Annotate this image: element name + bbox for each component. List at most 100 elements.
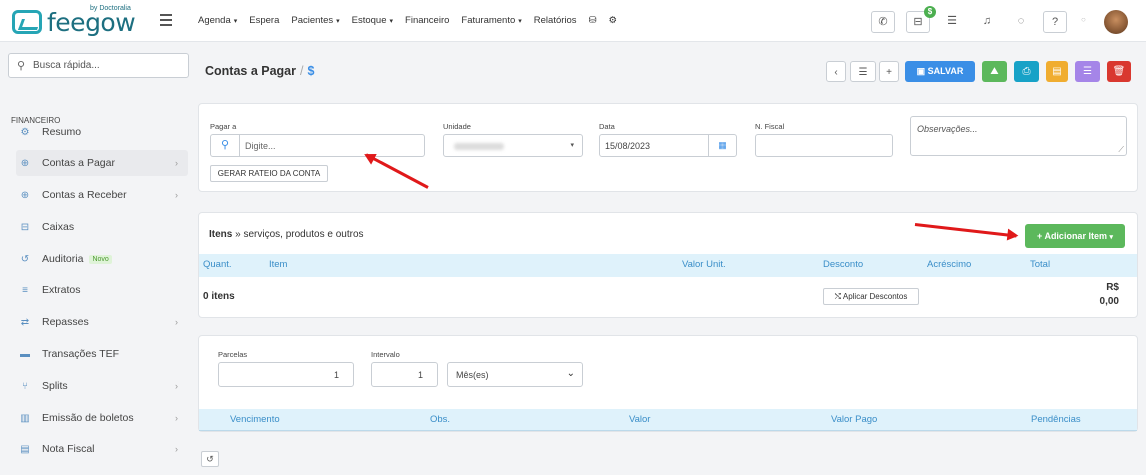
chevron-down-icon: ⌄ — [566, 368, 575, 379]
details-button[interactable]: ☰ — [1075, 61, 1100, 82]
nav-pacientes[interactable]: Pacientes ▾ — [291, 15, 339, 26]
bell-icon[interactable]: ♫ — [975, 11, 999, 33]
chevron-right-icon: › — [175, 413, 178, 423]
sidebar: ⚲ Busca rápida... FINANCEIRO ⚙ Resumo ⊕ Con… — [0, 42, 198, 475]
installments-table-header: Vencimento Obs. Valor Valor Pago Pendênc… — [199, 409, 1137, 431]
list-view-button[interactable]: ☰ — [850, 61, 876, 82]
nfiscal-input[interactable] — [755, 134, 893, 157]
database-icon[interactable]: ⛁ — [589, 15, 597, 26]
sidebar-item-label: Splits — [42, 380, 68, 392]
add-new-button[interactable]: + — [879, 61, 899, 82]
col-valor-unit[interactable]: Valor Unit. — [682, 259, 726, 270]
sidebar-item-repasses[interactable]: ⇄ Repasses › — [16, 309, 188, 335]
settings-icon[interactable]: ⚙ — [609, 15, 618, 26]
menu-toggle-icon[interactable] — [160, 14, 172, 26]
plus-circle-icon: ⊕ — [20, 189, 30, 201]
receipt-button[interactable]: ⛰ — [982, 61, 1007, 82]
file-button[interactable]: ▤ — [1046, 61, 1068, 82]
nav-financeiro[interactable]: Financeiro — [405, 15, 449, 26]
transfer-icon: ⇄ — [20, 316, 30, 328]
col-valor[interactable]: Valor — [629, 414, 650, 425]
quick-search-input[interactable]: ⚲ Busca rápida... — [8, 53, 189, 78]
sidebar-item-transa-es-tef[interactable]: ▬ Transações TEF — [16, 341, 188, 367]
col-pendencias[interactable]: Pendências — [1031, 414, 1081, 425]
nav-relatorios[interactable]: Relatórios — [534, 15, 577, 26]
search-icon: ⚲ — [211, 135, 240, 156]
help-icon[interactable]: ? — [1043, 11, 1067, 33]
sidebar-item-label: Nota Fiscal — [42, 443, 95, 455]
add-item-button[interactable]: + Adicionar Item ▾ — [1025, 224, 1125, 248]
nav-estoque[interactable]: Estoque ▾ — [352, 15, 393, 26]
back-button[interactable]: ‹ — [826, 61, 846, 82]
sidebar-item-label: Auditoria — [42, 253, 84, 265]
sidebar-item-contas-a-pagar[interactable]: ⊕ Contas a Pagar › — [16, 150, 188, 176]
sidebar-item-splits[interactable]: ⑂ Splits › — [16, 373, 188, 399]
user-avatar[interactable] — [1104, 10, 1128, 34]
resize-handle-icon[interactable]: ⟋ — [1118, 145, 1124, 155]
barcode-icon: ▥ — [20, 412, 30, 424]
chevron-right-icon: › — [175, 444, 178, 454]
feegow-logo-icon — [12, 10, 42, 34]
cog-icon: ⚙ — [20, 126, 30, 138]
items-card: Itens » serviços, produtos e outros + Ad… — [198, 212, 1138, 318]
sidebar-item-nota-fiscal[interactable]: ▤ Nota Fiscal › — [16, 436, 188, 462]
chevron-right-icon: › — [175, 317, 178, 327]
sidebar-item-contas-a-receber[interactable]: ⊕ Contas a Receber › — [16, 182, 188, 208]
nav-espera[interactable]: Espera — [249, 15, 279, 26]
phone-icon[interactable]: ✆ — [871, 11, 895, 33]
unidade-select[interactable]: ▾ — [443, 134, 583, 157]
data-label: Data — [599, 122, 615, 131]
parcelas-label: Parcelas — [218, 350, 248, 359]
sidebar-item-emiss-o-de-boletos[interactable]: ▥ Emissão de boletos › — [16, 405, 188, 431]
col-acrescimo[interactable]: Acréscimo — [927, 259, 971, 270]
chevron-right-icon: › — [175, 158, 178, 168]
col-item[interactable]: Item — [269, 259, 287, 270]
col-obs[interactable]: Obs. — [430, 414, 450, 425]
unidade-label: Unidade — [443, 122, 471, 131]
apply-discounts-button[interactable]: ⤭ Aplicar Descontos — [823, 288, 919, 305]
periodo-value: Mês(es) — [456, 370, 489, 380]
sidebar-item-caixas[interactable]: ⊟ Caixas — [16, 214, 188, 240]
col-desconto[interactable]: Desconto — [823, 259, 863, 270]
sidebar-item-resumo[interactable]: ⚙ Resumo — [16, 119, 188, 145]
sidebar-item-extratos[interactable]: ≡ Extratos — [16, 277, 188, 303]
sidebar-item-label: Resumo — [42, 126, 82, 138]
col-valor-pago[interactable]: Valor Pago — [831, 414, 877, 425]
items-count: 0 itens — [203, 291, 235, 302]
chat-icon[interactable]: ◌ — [1009, 11, 1033, 33]
unidade-value-blurred — [454, 143, 504, 150]
currency-icon: $ — [307, 64, 315, 78]
parcelas-input[interactable]: 1 — [218, 362, 354, 387]
periodo-select[interactable]: Mês(es) ⌄ — [447, 362, 583, 387]
nav-faturamento[interactable]: Faturamento ▾ — [461, 15, 521, 26]
main-nav: Agenda ▾ Espera Pacientes ▾ Estoque ▾ Finan… — [198, 15, 617, 26]
save-button[interactable]: ▣ SALVAR — [905, 61, 975, 82]
chevron-right-icon: › — [175, 190, 178, 200]
calendar-icon[interactable]: ▦ — [708, 135, 736, 156]
col-total[interactable]: Total — [1030, 259, 1050, 270]
items-total: R$ 0,00 — [1099, 282, 1119, 307]
list-icon[interactable]: ☰ — [940, 11, 964, 33]
sidebar-item-auditoria[interactable]: ↺ Auditoria Novo — [16, 246, 188, 272]
nav-agenda[interactable]: Agenda ▾ — [198, 15, 237, 26]
sidebar-item-label: Repasses — [42, 316, 89, 328]
delete-button[interactable]: 🗑 — [1107, 61, 1131, 82]
feegow-logo[interactable]: by Doctoralia feegow — [12, 5, 142, 37]
col-vencimento[interactable]: Vencimento — [230, 414, 280, 425]
gerar-rateio-button[interactable]: GERAR RATEIO DA CONTA — [210, 165, 328, 182]
nfiscal-label: N. Fiscal — [755, 122, 785, 131]
observacoes-textarea[interactable]: Observações... ⟋ — [910, 116, 1127, 156]
pagar-a-input[interactable]: ⚲ Digite... — [210, 134, 425, 157]
sidebar-item-label: Extratos — [42, 284, 81, 296]
data-input[interactable]: 15/08/2023 ▦ — [599, 134, 737, 157]
sidebar-item-label: Transações TEF — [42, 348, 120, 360]
col-quant[interactable]: Quant. — [203, 259, 232, 270]
new-badge: Novo — [89, 254, 112, 264]
intervalo-input[interactable]: 1 — [371, 362, 438, 387]
items-table-header: Quant. Item Valor Unit. Desconto Acrésci… — [199, 254, 1137, 277]
document-icon: ▤ — [20, 443, 30, 455]
data-value: 15/08/2023 — [605, 141, 651, 151]
inbox-icon: ⊟ — [20, 221, 30, 233]
print-button[interactable]: ⎙ — [1014, 61, 1039, 82]
history-icon[interactable]: ↺ — [201, 451, 219, 467]
